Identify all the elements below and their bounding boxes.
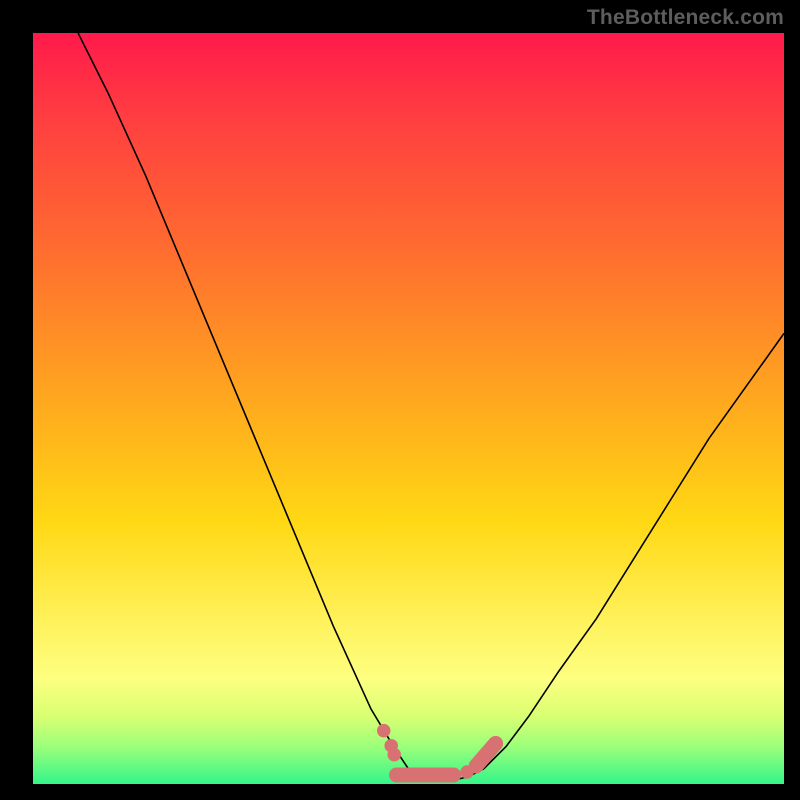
watermark-text: TheBottleneck.com bbox=[587, 6, 784, 30]
gradient-plot-area bbox=[33, 33, 784, 784]
chart-frame: TheBottleneck.com bbox=[0, 0, 800, 800]
chart-svg bbox=[33, 33, 784, 784]
marker-dot-2 bbox=[387, 748, 401, 762]
marker-capsule-5 bbox=[476, 743, 496, 766]
marker-dot-0 bbox=[377, 724, 391, 738]
curve-bottleneck-curve-left bbox=[78, 33, 438, 780]
curve-bottleneck-curve-right bbox=[454, 333, 784, 780]
